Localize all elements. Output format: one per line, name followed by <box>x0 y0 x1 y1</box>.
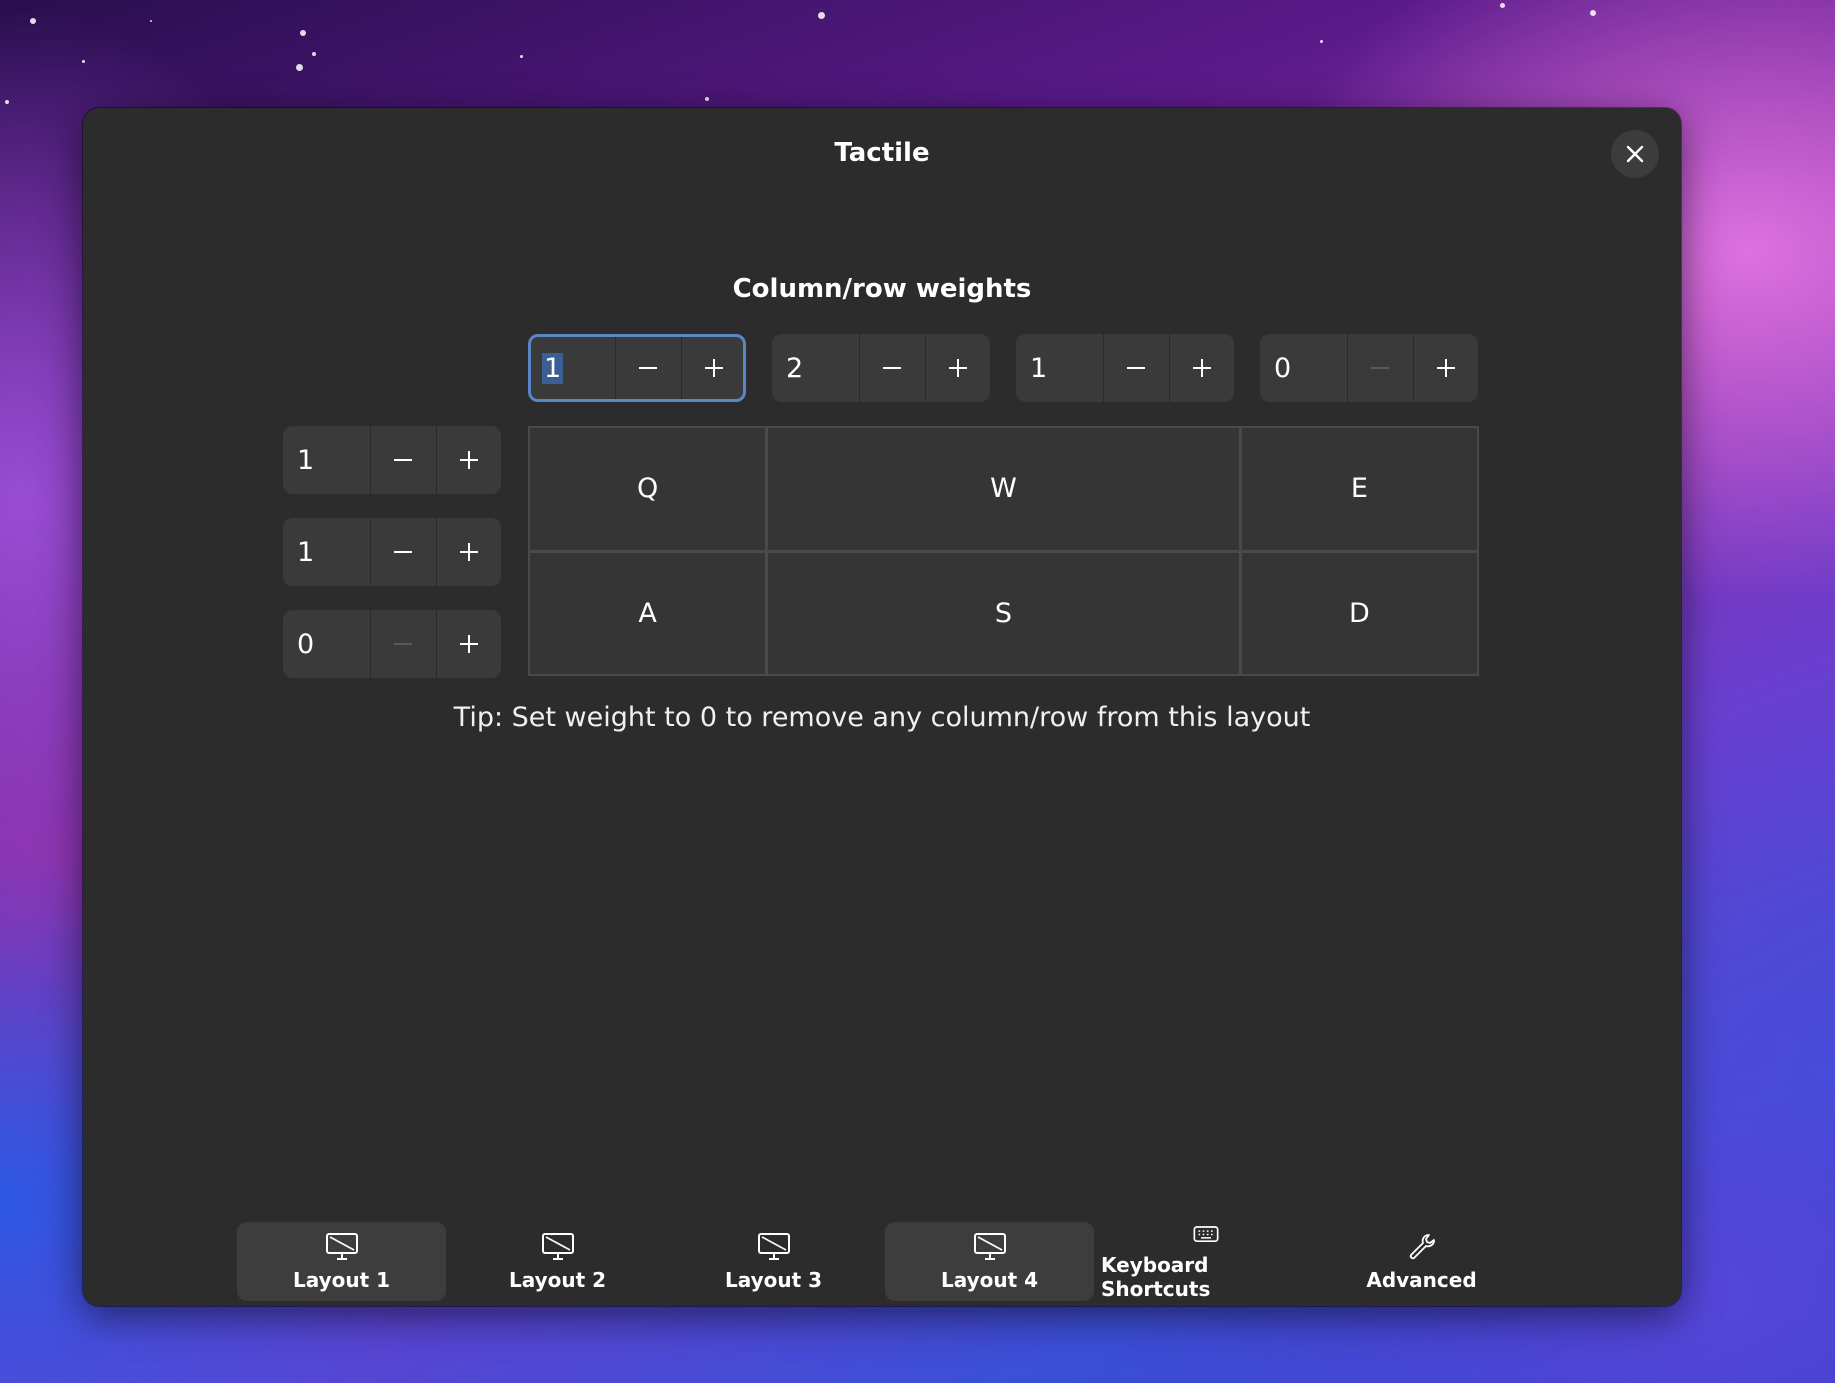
layout-cell-q[interactable]: Q <box>530 428 766 550</box>
layout-preview-grid: Q W E A S D <box>528 426 1479 676</box>
star <box>82 60 85 63</box>
plus-icon <box>459 635 478 653</box>
weights-title: Column/row weights <box>732 274 1032 304</box>
star <box>1320 40 1323 43</box>
minus-icon <box>394 459 413 461</box>
column-weight-spinner-4[interactable]: 0 <box>1260 334 1478 402</box>
keyboard-icon <box>1193 1226 1218 1242</box>
monitor-icon <box>541 1232 574 1260</box>
minus-icon <box>639 367 658 369</box>
tip-text: Tip: Set weight to 0 to remove any colum… <box>453 702 1311 733</box>
close-button[interactable] <box>1611 130 1659 178</box>
tab-label: Layout 2 <box>508 1267 607 1292</box>
plus-icon <box>948 359 967 377</box>
plus-icon <box>459 543 478 561</box>
row-weight-spinner-1[interactable]: 1 <box>283 426 501 494</box>
decrement-button[interactable] <box>370 518 435 586</box>
increment-button[interactable] <box>1412 334 1478 402</box>
layout-cell-a[interactable]: A <box>530 552 766 674</box>
star <box>300 30 306 36</box>
column-weight-spinner-1[interactable]: 1 <box>528 334 746 402</box>
increment-button[interactable] <box>680 334 746 402</box>
monitor-icon <box>325 1232 358 1260</box>
view-switcher: Layout 1 Layout 2 Layout 3 Layout 4 Keyb… <box>237 1222 1526 1301</box>
wrench-icon <box>1409 1233 1435 1259</box>
star <box>30 18 36 24</box>
row-weight-input-3[interactable]: 0 <box>283 610 370 678</box>
column-weight-spinner-3[interactable]: 1 <box>1016 334 1234 402</box>
increment-button[interactable] <box>1168 334 1234 402</box>
plus-icon <box>459 451 478 469</box>
star <box>296 64 303 71</box>
row-weight-input-2[interactable]: 1 <box>283 518 370 586</box>
decrement-button-disabled <box>370 610 435 678</box>
close-icon <box>1626 145 1644 163</box>
window-title: Tactile <box>834 138 930 168</box>
tab-layout-3[interactable]: Layout 3 <box>669 1222 878 1301</box>
tab-label: Layout 3 <box>724 1267 823 1292</box>
star <box>312 52 316 56</box>
increment-button[interactable] <box>924 334 990 402</box>
star <box>818 12 825 19</box>
layout-cell-d[interactable]: D <box>1241 552 1477 674</box>
tab-keyboard-shortcuts[interactable]: Keyboard Shortcuts <box>1101 1222 1310 1301</box>
plus-icon <box>1436 359 1455 377</box>
row-weight-spinner-2[interactable]: 1 <box>283 518 501 586</box>
increment-button[interactable] <box>435 610 501 678</box>
tab-label: Keyboard Shortcuts <box>1101 1253 1211 1301</box>
decrement-button[interactable] <box>370 426 435 494</box>
minus-icon <box>394 643 413 645</box>
monitor-icon <box>757 1232 790 1260</box>
row-weight-spinner-3[interactable]: 0 <box>283 610 501 678</box>
layout-cell-e[interactable]: E <box>1241 428 1477 550</box>
star <box>520 55 523 58</box>
minus-icon <box>1371 367 1390 369</box>
tactile-window: Tactile Column/row weights 1 2 1 0 1 1 0… <box>83 108 1681 1306</box>
star <box>5 100 9 104</box>
star <box>1590 10 1596 16</box>
star <box>705 97 709 101</box>
row-weight-input-1[interactable]: 1 <box>283 426 370 494</box>
decrement-button-disabled <box>1347 334 1412 402</box>
decrement-button[interactable] <box>859 334 924 402</box>
layout-cell-w[interactable]: W <box>768 428 1239 550</box>
tab-layout-2[interactable]: Layout 2 <box>453 1222 662 1301</box>
star <box>1500 3 1505 8</box>
tab-label: Advanced <box>1366 1267 1477 1292</box>
minus-icon <box>1127 367 1146 369</box>
plus-icon <box>704 359 723 377</box>
column-weight-value: 1 <box>542 352 564 384</box>
column-weight-input-4[interactable]: 0 <box>1260 334 1347 402</box>
column-weight-input-2[interactable]: 2 <box>772 334 859 402</box>
increment-button[interactable] <box>435 426 501 494</box>
column-weight-spinner-2[interactable]: 2 <box>772 334 990 402</box>
decrement-button[interactable] <box>615 334 680 402</box>
minus-icon <box>394 551 413 553</box>
layout-cell-s[interactable]: S <box>768 552 1239 674</box>
tab-layout-4[interactable]: Layout 4 <box>885 1222 1094 1301</box>
minus-icon <box>883 367 902 369</box>
column-weight-input-3[interactable]: 1 <box>1016 334 1103 402</box>
tab-label: Layout 4 <box>940 1267 1039 1292</box>
star <box>150 20 152 22</box>
tab-layout-1[interactable]: Layout 1 <box>237 1222 446 1301</box>
decrement-button[interactable] <box>1103 334 1168 402</box>
tab-advanced[interactable]: Advanced <box>1317 1222 1526 1301</box>
column-weight-input-1[interactable]: 1 <box>528 334 615 402</box>
tab-label: Layout 1 <box>292 1267 391 1292</box>
plus-icon <box>1192 359 1211 377</box>
increment-button[interactable] <box>435 518 501 586</box>
monitor-icon <box>973 1232 1006 1260</box>
